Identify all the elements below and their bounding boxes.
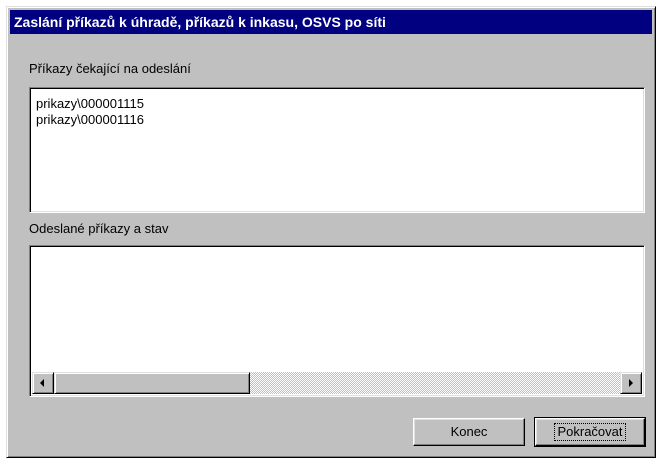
konec-button[interactable]: Konec <box>413 418 525 446</box>
dialog-title: Zaslání příkazů k úhradě, příkazů k inka… <box>14 14 386 30</box>
konec-button-label: Konec <box>450 424 488 439</box>
sent-orders-list[interactable] <box>29 245 645 397</box>
dialog-window: Zaslání příkazů k úhradě, příkazů k inka… <box>6 6 656 458</box>
pokracovat-button-label: Pokračovat <box>554 423 626 441</box>
list-item[interactable]: prikazy\000001115 <box>36 96 644 112</box>
arrow-left-icon <box>40 379 44 387</box>
pending-orders-label: Příkazy čekající na odeslání <box>29 61 191 76</box>
list-item[interactable]: prikazy\000001116 <box>36 112 644 128</box>
pending-orders-list[interactable]: prikazy\000001115 prikazy\000001116 <box>29 87 645 213</box>
sent-orders-label: Odeslané příkazy a stav <box>29 221 169 236</box>
scroll-thumb[interactable] <box>54 372 250 394</box>
pokracovat-button[interactable]: Pokračovat <box>534 417 646 447</box>
title-bar: Zaslání příkazů k úhradě, příkazů k inka… <box>10 10 652 34</box>
scroll-left-button[interactable] <box>32 372 54 394</box>
horizontal-scrollbar[interactable] <box>32 372 642 394</box>
scroll-right-button[interactable] <box>620 372 642 394</box>
arrow-right-icon <box>629 379 633 387</box>
